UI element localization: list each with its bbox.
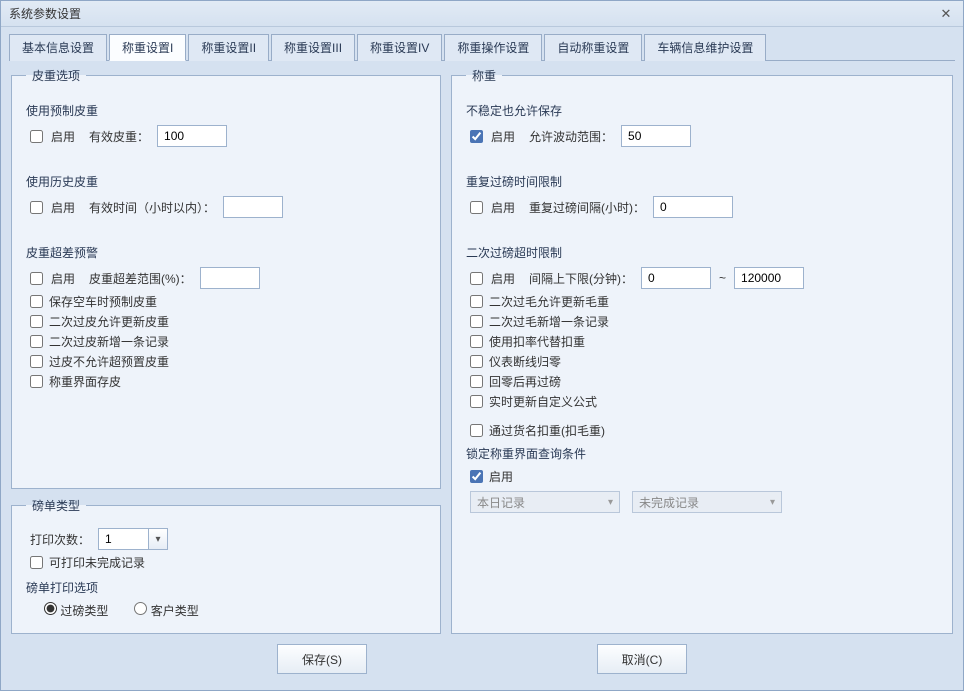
meter-disconnect-zero-checkbox[interactable] <box>470 355 483 368</box>
save-tare-on-ui-checkbox[interactable] <box>30 375 43 388</box>
tare-exceed-forbid-checkbox[interactable] <box>30 355 43 368</box>
chevron-down-icon: ▾ <box>608 497 613 508</box>
tare-warning-range-input[interactable] <box>200 267 260 289</box>
overtime-hi-input[interactable] <box>734 267 804 289</box>
repeat-interval-label: 重复过磅间隔(小时)： <box>529 199 645 216</box>
unstable-range-label: 允许波动范围： <box>529 128 613 145</box>
lock-query-title: 锁定称重界面查询条件 <box>466 445 938 462</box>
overtime-range-label: 间隔上下限(分钟)： <box>529 270 633 287</box>
tare-warning-range-label: 皮重超差范围(%)： <box>89 270 192 287</box>
save-empty-preset-tare-checkbox[interactable] <box>30 295 43 308</box>
tab-auto-weigh[interactable]: 自动称重设置 <box>544 34 642 61</box>
preset-tare-field-label: 有效皮重： <box>89 128 149 145</box>
realtime-formula-checkbox[interactable] <box>470 395 483 408</box>
repeat-interval-input[interactable] <box>653 196 733 218</box>
overtime-title: 二次过磅超时限制 <box>466 244 938 261</box>
radio-weigh-type[interactable]: 过磅类型 <box>44 602 108 619</box>
preset-tare-enable-label: 启用 <box>51 128 75 145</box>
tab-weighing-4[interactable]: 称重设置IV <box>357 34 442 61</box>
unstable-enable-checkbox[interactable] <box>470 130 483 143</box>
tab-basic-info[interactable]: 基本信息设置 <box>9 34 107 61</box>
repeat-enable-checkbox[interactable] <box>470 201 483 214</box>
repeat-limit-title: 重复过磅时间限制 <box>466 173 938 190</box>
print-count-combo[interactable]: ▾ <box>98 528 168 550</box>
chevron-down-icon[interactable]: ▾ <box>148 528 168 550</box>
second-gross-update-checkbox[interactable] <box>470 295 483 308</box>
deduct-by-goods-checkbox[interactable] <box>470 424 483 437</box>
print-options-title: 磅单打印选项 <box>26 579 426 596</box>
titlebar: 系统参数设置 ✕ <box>1 1 963 27</box>
second-tare-update-checkbox[interactable] <box>30 315 43 328</box>
radio-customer-type[interactable]: 客户类型 <box>134 602 198 619</box>
zero-before-weigh-checkbox[interactable] <box>470 375 483 388</box>
history-tare-enable-label: 启用 <box>51 199 75 216</box>
lock-query-combo-2[interactable]: 未完成记录 ▾ <box>632 491 782 513</box>
close-icon[interactable]: ✕ <box>937 6 955 22</box>
tare-warning-enable-label: 启用 <box>51 270 75 287</box>
overtime-enable-label: 启用 <box>491 270 515 287</box>
preset-tare-title: 使用预制皮重 <box>26 102 426 119</box>
group-weighing-legend: 称重 <box>466 67 502 84</box>
print-count-label: 打印次数： <box>30 531 90 548</box>
tab-weighing-ops[interactable]: 称重操作设置 <box>444 34 542 61</box>
dialog-footer: 保存(S) 取消(C) <box>11 634 953 686</box>
dialog-window: 系统参数设置 ✕ 基本信息设置 称重设置I 称重设置II 称重设置III 称重设… <box>0 0 964 691</box>
unstable-range-input[interactable] <box>621 125 691 147</box>
lock-query-combo-1[interactable]: 本日记录 ▾ <box>470 491 620 513</box>
lock-query-enable-checkbox[interactable] <box>470 470 483 483</box>
tare-warning-title: 皮重超差预警 <box>26 244 426 261</box>
tab-bar: 基本信息设置 称重设置I 称重设置II 称重设置III 称重设置IV 称重操作设… <box>9 33 955 61</box>
overtime-tilde: ~ <box>719 271 726 285</box>
second-tare-newrecord-checkbox[interactable] <box>30 335 43 348</box>
preset-tare-enable-checkbox[interactable] <box>30 130 43 143</box>
preset-tare-value-input[interactable] <box>157 125 227 147</box>
unstable-save-title: 不稳定也允许保存 <box>466 102 938 119</box>
overtime-enable-checkbox[interactable] <box>470 272 483 285</box>
tab-weighing-2[interactable]: 称重设置II <box>188 34 269 61</box>
tare-warning-enable-checkbox[interactable] <box>30 272 43 285</box>
overtime-lo-input[interactable] <box>641 267 711 289</box>
print-count-input[interactable] <box>98 528 148 550</box>
repeat-enable-label: 启用 <box>491 199 515 216</box>
tab-weighing-3[interactable]: 称重设置III <box>271 34 355 61</box>
deduction-rate-checkbox[interactable] <box>470 335 483 348</box>
group-ticket-legend: 磅单类型 <box>26 497 86 514</box>
second-gross-newrecord-checkbox[interactable] <box>470 315 483 328</box>
group-weighing: 称重 不稳定也允许保存 启用 允许波动范围： 重复过磅时间限制 启用 重复过磅间… <box>451 67 953 634</box>
group-tare-options: 皮重选项 使用预制皮重 启用 有效皮重： 使用历史皮重 启用 有效时间（小时以内… <box>11 67 441 489</box>
group-tare-legend: 皮重选项 <box>26 67 86 84</box>
tab-vehicle-maintain[interactable]: 车辆信息维护设置 <box>644 34 766 61</box>
window-title: 系统参数设置 <box>9 5 937 22</box>
print-unfinished-checkbox[interactable] <box>30 556 43 569</box>
group-ticket-type: 磅单类型 打印次数： ▾ 可打印未完成记录 磅单打印选项 过磅类型 客户类型 <box>11 497 441 634</box>
content-area: 皮重选项 使用预制皮重 启用 有效皮重： 使用历史皮重 启用 有效时间（小时以内… <box>1 61 963 690</box>
chevron-down-icon: ▾ <box>770 497 775 508</box>
unstable-enable-label: 启用 <box>491 128 515 145</box>
history-tare-enable-checkbox[interactable] <box>30 201 43 214</box>
history-tare-title: 使用历史皮重 <box>26 173 426 190</box>
history-tare-field-label: 有效时间（小时以内）： <box>89 199 215 216</box>
save-button[interactable]: 保存(S) <box>277 644 367 674</box>
history-tare-value-input[interactable] <box>223 196 283 218</box>
cancel-button[interactable]: 取消(C) <box>597 644 687 674</box>
tab-weighing-1[interactable]: 称重设置I <box>109 34 186 61</box>
